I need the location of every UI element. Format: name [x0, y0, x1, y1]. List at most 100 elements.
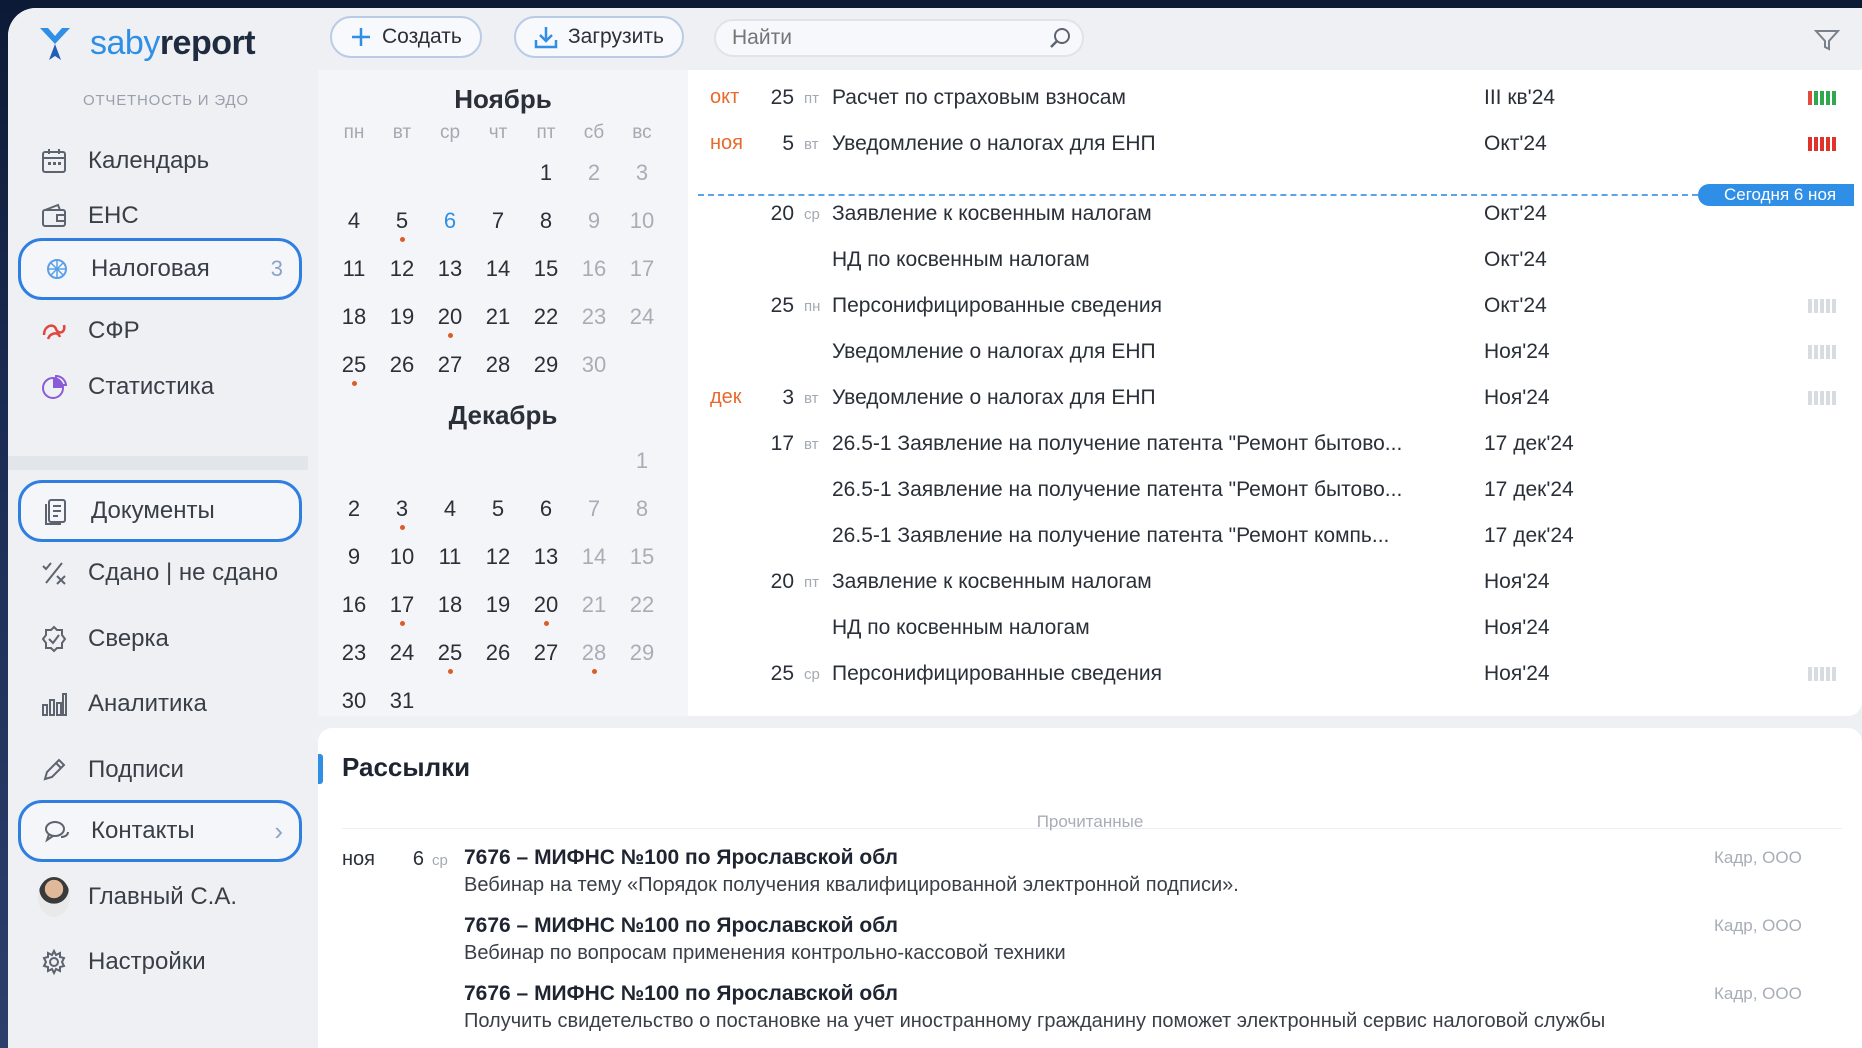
calendar-day[interactable]: 8	[522, 208, 570, 234]
calendar-day[interactable]: 25	[426, 640, 474, 674]
sidebar-item-reconcile[interactable]: Сверка	[18, 608, 302, 670]
logo[interactable]: sabyreport	[34, 22, 256, 64]
calendar-day[interactable]: 25	[330, 352, 378, 386]
create-button[interactable]: Создать	[330, 16, 482, 58]
calendar-day[interactable]: 3	[618, 160, 666, 186]
calendar-day[interactable]: 29	[522, 352, 570, 378]
deadline-row[interactable]: НД по косвенным налогам Окт'24	[688, 240, 1862, 280]
calendar-day[interactable]: 24	[378, 640, 426, 666]
calendar-day[interactable]: 9	[330, 544, 378, 570]
calendar-day[interactable]: 27	[522, 640, 570, 666]
calendar-day[interactable]: 26	[474, 640, 522, 666]
calendar-day[interactable]: 2	[570, 160, 618, 186]
filter-icon[interactable]	[1813, 28, 1841, 57]
calendar-day[interactable]: 15	[618, 544, 666, 570]
calendar-day[interactable]: 19	[378, 304, 426, 330]
mailing-item[interactable]: ноя 6 ср 7676 – МИФНС №100 по Ярославской о…	[318, 840, 1862, 900]
mailing-item[interactable]: 7676 – МИФНС №100 по Ярославской обл Полу…	[318, 976, 1862, 1036]
calendar-day[interactable]: 20	[522, 592, 570, 626]
calendar-day[interactable]: 30	[570, 352, 618, 378]
calendar-day[interactable]: 1	[618, 448, 666, 474]
calendar-day[interactable]: 7	[474, 208, 522, 234]
calendar-day[interactable]: 4	[330, 208, 378, 234]
calendar-day[interactable]: 7	[570, 496, 618, 522]
calendar-day[interactable]: 6	[522, 496, 570, 522]
calendar-day[interactable]: 6	[426, 208, 474, 234]
calendar-day[interactable]: 23	[330, 640, 378, 666]
calendar-day[interactable]: 22	[522, 304, 570, 330]
calendar-day[interactable]: 1	[522, 160, 570, 186]
calendar-day[interactable]: 16	[570, 256, 618, 282]
calendar-day[interactable]: 17	[618, 256, 666, 282]
row-period: Ноя'24	[1484, 616, 1550, 639]
calendar-day[interactable]: 3	[378, 496, 426, 530]
calendar-day[interactable]: 24	[618, 304, 666, 330]
calendar-day[interactable]: 14	[570, 544, 618, 570]
sfr-logo-icon	[38, 315, 70, 347]
calendar-day[interactable]: 13	[522, 544, 570, 570]
sidebar-item-calendar[interactable]: Календарь	[18, 130, 302, 192]
calendar-day[interactable]: 11	[426, 544, 474, 570]
calendar-day[interactable]: 21	[474, 304, 522, 330]
calendar-day[interactable]: 12	[378, 256, 426, 282]
sidebar-item-contacts[interactable]: Контакты ›	[18, 800, 302, 862]
mailing-item[interactable]: 7676 – МИФНС №100 по Ярославской обл Веби…	[318, 908, 1862, 968]
sidebar-item-submitted[interactable]: Сдано | не сдано	[18, 542, 302, 604]
deadline-row[interactable]: НД по косвенным налогам Ноя'24	[688, 608, 1862, 648]
deadline-row[interactable]: 25 ср Персонифицированные сведения Ноя'24	[688, 654, 1862, 694]
upload-button[interactable]: Загрузить	[514, 16, 684, 58]
sidebar-item-analytics[interactable]: Аналитика	[18, 673, 302, 735]
deadline-row[interactable]: 17 вт 26.5-1 Заявление на получение патент…	[688, 424, 1862, 464]
calendar-day[interactable]: 18	[426, 592, 474, 618]
sidebar-item-documents[interactable]: Документы	[18, 480, 302, 542]
calendar-day[interactable]: 18	[330, 304, 378, 330]
search-input[interactable]	[714, 19, 1084, 57]
deadline-row[interactable]: 26.5-1 Заявление на получение патента "Р…	[688, 516, 1862, 556]
calendar-day[interactable]: 14	[474, 256, 522, 282]
calendar-day[interactable]: 29	[618, 640, 666, 666]
calendar-day[interactable]: 26	[378, 352, 426, 378]
calendar-day[interactable]: 10	[618, 208, 666, 234]
calendar-day[interactable]: 17	[378, 592, 426, 626]
calendar-day[interactable]: 28	[570, 640, 618, 674]
calendar-day[interactable]: 12	[474, 544, 522, 570]
sidebar-item-signatures[interactable]: Подписи	[18, 739, 302, 801]
calendar-day[interactable]: 4	[426, 496, 474, 522]
sidebar-item-stats[interactable]: Статистика	[18, 356, 302, 418]
deadline-row[interactable]: дек 3 вт Уведомление о налогах для ЕНП Ноя'2…	[688, 378, 1862, 418]
sidebar-item-user[interactable]: Главный С.А.	[18, 866, 302, 928]
sidebar-item-tax[interactable]: Налоговая 3	[18, 238, 302, 300]
calendar-day[interactable]: 8	[618, 496, 666, 522]
calendar-day[interactable]: 2	[330, 496, 378, 522]
calendar-day[interactable]: 19	[474, 592, 522, 618]
calendar-day[interactable]: 28	[474, 352, 522, 378]
calendar-day[interactable]: 16	[330, 592, 378, 618]
deadline-row[interactable]: 25 пн Персонифицированные сведения Окт'24	[688, 286, 1862, 326]
sidebar-item-sfr[interactable]: СФР	[18, 300, 302, 362]
calendar-day[interactable]: 10	[378, 544, 426, 570]
calendar-day[interactable]: 31	[378, 688, 426, 714]
calendar-day[interactable]: 11	[330, 256, 378, 282]
weekday-label: пт	[536, 122, 556, 143]
deadline-row[interactable]: 20 ср Заявление к косвенным налогам Окт'24	[688, 194, 1862, 234]
search-icon[interactable]	[1048, 26, 1072, 55]
calendar-day[interactable]: 21	[570, 592, 618, 618]
calendar-day[interactable]: 22	[618, 592, 666, 618]
deadline-row[interactable]: окт 25 пт Расчет по страховым взносам III кв…	[688, 78, 1862, 118]
deadline-row[interactable]: 26.5-1 Заявление на получение патента "Р…	[688, 470, 1862, 510]
calendar-day[interactable]: 20	[426, 304, 474, 338]
weekday-label: пн	[343, 122, 365, 143]
deadline-row[interactable]: 20 пт Заявление к косвенным налогам Ноя'24	[688, 562, 1862, 602]
deadline-row[interactable]: Уведомление о налогах для ЕНП Ноя'24	[688, 332, 1862, 372]
deadline-row[interactable]: ноя 5 вт Уведомление о налогах для ЕНП Окт'2…	[688, 124, 1862, 164]
calendar-day[interactable]: 9	[570, 208, 618, 234]
row-weekday: вт	[804, 390, 819, 407]
calendar-day[interactable]: 13	[426, 256, 474, 282]
calendar-day[interactable]: 23	[570, 304, 618, 330]
sidebar-item-settings[interactable]: Настройки	[18, 931, 302, 993]
calendar-day[interactable]: 5	[378, 208, 426, 242]
calendar-day[interactable]: 15	[522, 256, 570, 282]
calendar-day[interactable]: 5	[474, 496, 522, 522]
calendar-day[interactable]: 30	[330, 688, 378, 714]
calendar-day[interactable]: 27	[426, 352, 474, 378]
